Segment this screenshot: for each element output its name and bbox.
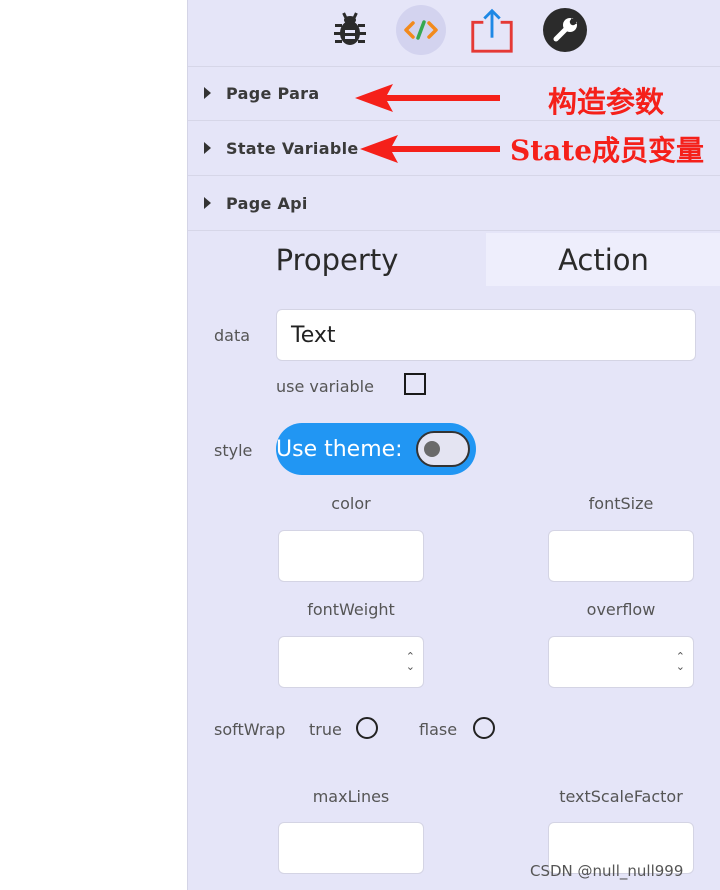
annotation-arrow [360, 135, 500, 163]
state-variable-label: State Variable [226, 138, 359, 158]
toolbar [188, 0, 720, 67]
max-lines-input[interactable] [278, 822, 424, 874]
state-variable-annotation: State成员变量 [510, 134, 705, 167]
use-variable-label: use variable [276, 377, 374, 396]
data-input[interactable]: Text [276, 309, 696, 361]
wrench-icon[interactable] [540, 5, 590, 55]
expand-arrow-icon [204, 197, 211, 209]
soft-wrap-false-radio[interactable] [473, 717, 495, 739]
annotation-arrow [355, 84, 500, 112]
bug-icon[interactable] [325, 5, 375, 55]
page-para-label: Page Para [226, 83, 320, 103]
use-variable-checkbox[interactable] [404, 373, 426, 395]
watermark: CSDN @null_null999 [530, 862, 684, 880]
tab-property[interactable]: Property [188, 233, 486, 286]
select-chevron-icon: ⌃ ⌄ [405, 650, 415, 673]
page-para-annotation: 构造参数 [548, 85, 665, 119]
switch-knob [424, 441, 440, 457]
max-lines-label: maxLines [312, 787, 390, 806]
property-action-tabs: Property Action [188, 233, 720, 286]
soft-wrap-label: softWrap [214, 720, 286, 739]
code-icon[interactable] [396, 5, 446, 55]
soft-wrap-true-radio[interactable] [356, 717, 378, 739]
font-weight-label: fontWeight [307, 600, 395, 619]
color-label: color [331, 494, 371, 513]
soft-wrap-true-label: true [309, 720, 342, 739]
overflow-select[interactable]: ⌃ ⌄ [548, 636, 694, 688]
expand-arrow-icon [204, 142, 211, 154]
use-theme-switch[interactable] [416, 431, 470, 467]
style-label: style [214, 441, 253, 460]
expand-arrow-icon [204, 87, 211, 99]
use-theme-label: Use theme: [276, 436, 403, 462]
font-size-label: fontSize [588, 494, 654, 513]
color-input[interactable] [278, 530, 424, 582]
soft-wrap-false-label: flase [419, 720, 458, 739]
data-label: data [214, 326, 251, 345]
tab-action[interactable]: Action [486, 233, 720, 286]
font-weight-select[interactable]: ⌃ ⌄ [278, 636, 424, 688]
text-scale-factor-label: textScaleFactor [559, 787, 683, 806]
font-size-input[interactable] [548, 530, 694, 582]
select-chevron-icon: ⌃ ⌄ [675, 650, 685, 673]
page-api-section[interactable]: Page Api [188, 176, 720, 231]
page-api-label: Page Api [226, 193, 308, 213]
share-upload-icon[interactable] [467, 5, 517, 55]
overflow-label: overflow [586, 600, 656, 619]
